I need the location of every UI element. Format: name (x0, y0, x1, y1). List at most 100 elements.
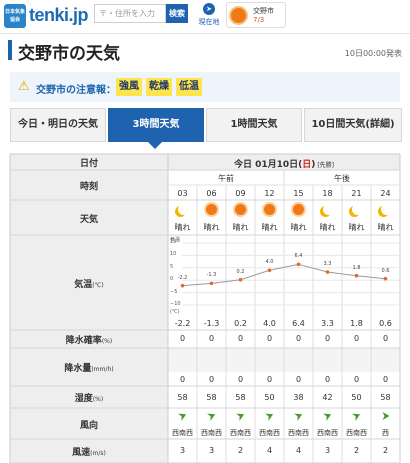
tenki-logo[interactable]: 日本気象協会 tenki.jp (4, 3, 90, 29)
precip-amount-bar-area (168, 348, 400, 372)
moon-icon-shape (323, 204, 334, 215)
temp-row-label: 気温(℃) (10, 277, 168, 290)
temp-axis-tick: 15 (170, 239, 177, 245)
temp-value-cell: 4.0 (263, 319, 276, 328)
temp-row-label-unit: (℃) (92, 281, 104, 289)
temp-point-label: 4.0 (265, 259, 274, 266)
hour-cell: 12 (264, 189, 275, 198)
date-rokuyo: [先勝] (315, 162, 335, 169)
precip-amount-cell: 0 (324, 375, 331, 384)
sun-icon-shape (234, 204, 246, 215)
weather-cell: 晴れ (232, 223, 249, 232)
humidity-cell: 58 (206, 393, 217, 402)
precip-amount-row-label-unit: (mm/h) (91, 366, 114, 373)
tab-today-tomorrow[interactable]: 今日・明日の天気 (10, 108, 106, 142)
wind-direction-cell: 西南西 (230, 429, 251, 437)
wind-direction-cell: 西南西 (317, 429, 338, 437)
wind-arrow-icon (178, 413, 187, 421)
moon-icon-shape (352, 204, 363, 215)
site-header: 日本気象協会 tenki.jp 〒・住所を入力 検索 ➤ 現在地 交野市 7/3 (0, 0, 410, 34)
wind-speed-cell: 3 (208, 446, 215, 455)
hour-cell: 15 (293, 189, 304, 198)
precip-prob-row-label-unit: (%) (101, 338, 113, 345)
wind-direction-cell: 西南西 (346, 429, 367, 437)
weather-cell: 晴れ (348, 223, 365, 232)
search-input[interactable]: 〒・住所を入力 (94, 4, 166, 23)
humidity-cell: 42 (322, 393, 333, 402)
precip-prob-row-label: 降水確率(%) (10, 333, 168, 346)
precip-amount-cell: 0 (295, 375, 302, 384)
temp-point (238, 277, 243, 282)
logo-badge: 日本気象協会 (4, 4, 26, 28)
wind-direction-cell: 西南西 (259, 429, 280, 437)
temp-point-label: -2.2 (177, 274, 188, 281)
tab-10day[interactable]: 10日間天気(詳細) (304, 108, 402, 142)
weather-cell: 晴れ (203, 223, 220, 232)
weather-cell: 晴れ (174, 223, 191, 232)
row-data-area (168, 235, 400, 330)
favorite-location-card[interactable]: 交野市 7/3 (226, 2, 286, 28)
temp-value-cell: -2.2 (174, 319, 191, 328)
tab-3hour[interactable]: 3時間天気 (108, 108, 204, 142)
date-row-label-text: 日付 (79, 159, 98, 169)
precip-prob-cell: 0 (266, 334, 273, 343)
search-button[interactable]: 検索 (166, 4, 188, 23)
wind-arrow-icon (294, 413, 303, 421)
favorite-location-name: 交野市 (253, 7, 274, 15)
current-location-button[interactable]: ➤ 現在地 (196, 2, 222, 30)
date-text: 今日 01月10日( (233, 160, 303, 170)
wind-direction-row-label-text: 風向 (79, 420, 98, 431)
humidity-row-label: 湿度(%) (10, 391, 168, 404)
temp-point-label: 0.2 (236, 268, 245, 275)
advisory-label: 交野市の注意報： (36, 85, 116, 96)
humidity-cell: 50 (264, 393, 275, 402)
precip-amount-cell: 0 (382, 375, 389, 384)
wind-speed-cell: 3 (179, 446, 186, 455)
wind-arrow-icon (382, 412, 390, 420)
active-tab-pointer (148, 142, 162, 149)
precip-prob-cell: 0 (237, 334, 244, 343)
temp-point-label: -1.3 (206, 272, 217, 279)
am-label: 午前 (218, 174, 234, 183)
current-location-label: 現在地 (198, 18, 220, 26)
temp-point (180, 283, 185, 288)
advisory-badge-dry[interactable]: 乾燥 (146, 78, 172, 96)
temp-value-cell: 1.8 (350, 319, 363, 328)
advisory-badge-cold[interactable]: 低温 (176, 78, 202, 96)
temp-row-label-text: 気温 (74, 279, 93, 290)
precip-amount-cell: 0 (208, 375, 215, 384)
temp-axis-tick: 10 (170, 251, 177, 258)
precip-prob-cell: 0 (382, 334, 389, 343)
wind-direction-cell: 西南西 (201, 429, 222, 437)
temp-value-cell: -1.3 (203, 319, 220, 328)
precip-prob-cell: 0 (179, 334, 186, 343)
forecast-tabs: 今日・明日の天気 3時間天気 1時間天気 10日間天気(詳細) (10, 108, 402, 144)
precip-prob-cell: 0 (353, 334, 360, 343)
wind-direction-row-label: 風向 (10, 418, 168, 431)
temp-point (325, 270, 330, 274)
temp-axis-tick: −10 (170, 301, 181, 307)
wind-direction-cell: 西南西 (288, 429, 309, 437)
temp-point (354, 273, 359, 278)
title-accent-bar (8, 40, 12, 60)
weather-cell: 晴れ (290, 223, 307, 232)
wind-direction-cell: 西南西 (172, 429, 193, 437)
tab-1hour[interactable]: 1時間天気 (206, 108, 302, 142)
temp-point-label: 3.3 (323, 261, 332, 268)
date-row-label: 日付 (10, 156, 168, 169)
sun-icon-shape (205, 204, 217, 215)
humidity-cell: 58 (235, 393, 246, 402)
precip-amount-row-label-text: 降水量 (64, 364, 92, 374)
wind-arrow-icon (207, 413, 216, 421)
weather-row-label-text: 天気 (79, 214, 98, 225)
wind-arrow-icon (265, 413, 274, 421)
precip-amount-cell: 0 (237, 375, 244, 384)
temp-point-label: 1.8 (352, 264, 361, 271)
precip-amount-row-label: 降水量(mm/h) (10, 361, 168, 374)
advisory-badge-wind[interactable]: 強風 (116, 78, 142, 96)
hour-cell: 24 (380, 189, 391, 198)
humidity-cell: 58 (380, 393, 391, 402)
precip-prob-row-label-text: 降水確率 (65, 336, 102, 346)
updated-time: 10日00:00発表 (344, 49, 402, 58)
temp-point (296, 262, 301, 267)
